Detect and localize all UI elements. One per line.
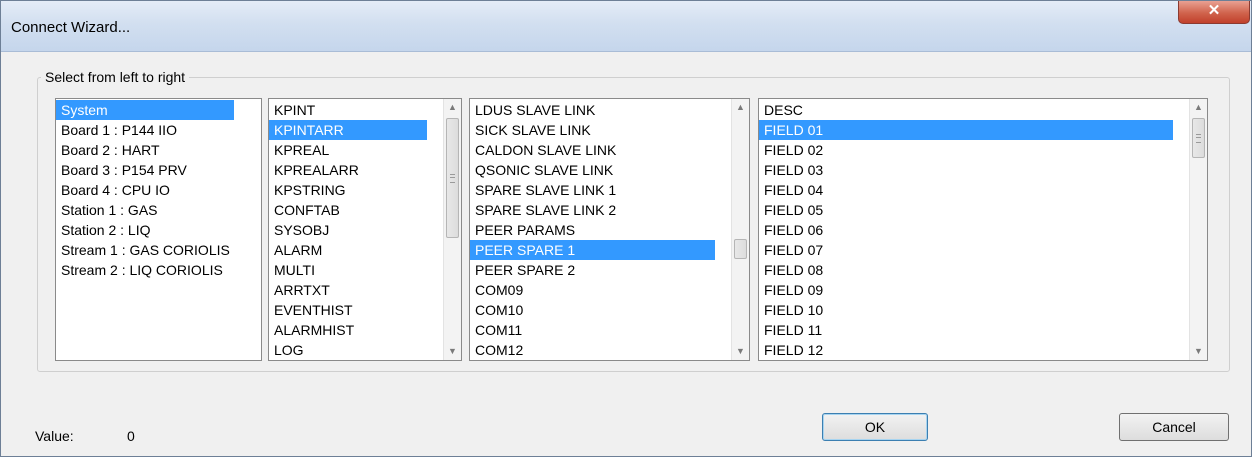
list-item[interactable]: SICK SLAVE LINK bbox=[470, 120, 591, 140]
list-item[interactable]: PEER SPARE 2 bbox=[470, 260, 575, 280]
list-item[interactable]: FIELD 09 bbox=[759, 280, 823, 300]
list-item[interactable]: LOG bbox=[269, 340, 304, 360]
list-item[interactable]: FIELD 10 bbox=[759, 300, 823, 320]
list-item[interactable]: FIELD 12 bbox=[759, 340, 823, 360]
scroll-up-arrow[interactable]: ▲ bbox=[444, 99, 461, 116]
list-item[interactable]: Stream 2 : LIQ CORIOLIS bbox=[56, 260, 223, 280]
list-item[interactable]: Board 2 : HART bbox=[56, 140, 160, 160]
list-item[interactable]: Board 4 : CPU IO bbox=[56, 180, 170, 200]
list-item[interactable]: System bbox=[56, 100, 234, 120]
list-item[interactable]: DESC bbox=[759, 100, 803, 120]
title-bar[interactable]: Connect Wizard... ✕ bbox=[1, 1, 1251, 52]
list-item[interactable]: FIELD 03 bbox=[759, 160, 823, 180]
list-item[interactable]: FIELD 08 bbox=[759, 260, 823, 280]
scroll-grip-icon bbox=[450, 174, 455, 183]
scroll-down-arrow[interactable]: ▼ bbox=[444, 343, 461, 360]
list-item[interactable]: FIELD 06 bbox=[759, 220, 823, 240]
list-item[interactable]: FIELD 02 bbox=[759, 140, 823, 160]
list-item[interactable]: CALDON SLAVE LINK bbox=[470, 140, 616, 160]
list-item[interactable]: FIELD 07 bbox=[759, 240, 823, 260]
list-item[interactable]: SPARE SLAVE LINK 1 bbox=[470, 180, 616, 200]
list-item[interactable]: FIELD 04 bbox=[759, 180, 823, 200]
scroll-grip-icon bbox=[1196, 134, 1201, 143]
window-title: Connect Wizard... bbox=[11, 19, 131, 36]
list-item[interactable]: CONFTAB bbox=[269, 200, 340, 220]
list-item[interactable]: Station 2 : LIQ bbox=[56, 220, 151, 240]
list-item[interactable]: SYSOBJ bbox=[269, 220, 329, 240]
list-item[interactable]: COM11 bbox=[470, 320, 522, 340]
close-button[interactable]: ✕ bbox=[1178, 1, 1250, 24]
list-item[interactable]: QSONIC SLAVE LINK bbox=[470, 160, 613, 180]
type-list[interactable]: KPINT KPINTARR KPREAL KPREALARR KPSTRING… bbox=[268, 98, 462, 361]
field-list[interactable]: DESC FIELD 01 FIELD 02 FIELD 03 FIELD 04… bbox=[758, 98, 1208, 361]
list-item[interactable]: KPSTRING bbox=[269, 180, 346, 200]
list-item[interactable]: KPINT bbox=[269, 100, 315, 120]
list-item[interactable]: FIELD 01 bbox=[759, 120, 1173, 140]
instance-list[interactable]: LDUS SLAVE LINK SICK SLAVE LINK CALDON S… bbox=[469, 98, 750, 361]
list-item[interactable]: COM10 bbox=[470, 300, 523, 320]
list-item[interactable]: ARRTXT bbox=[269, 280, 330, 300]
list-item[interactable]: PEER SPARE 1 bbox=[470, 240, 715, 260]
scroll-down-arrow[interactable]: ▼ bbox=[732, 343, 749, 360]
scroll-thumb[interactable] bbox=[734, 239, 747, 259]
instance-list-scrollbar[interactable]: ▲ ▼ bbox=[731, 99, 749, 360]
value-readout: 0 bbox=[127, 428, 135, 444]
list-item[interactable]: KPINTARR bbox=[269, 120, 427, 140]
field-list-scrollbar[interactable]: ▲ ▼ bbox=[1189, 99, 1207, 360]
list-item[interactable]: FIELD 11 bbox=[759, 320, 822, 340]
list-item[interactable]: Board 3 : P154 PRV bbox=[56, 160, 187, 180]
close-icon: ✕ bbox=[1207, 2, 1221, 19]
list-item[interactable]: PEER PARAMS bbox=[470, 220, 575, 240]
ok-button[interactable]: OK bbox=[822, 413, 928, 441]
list-item[interactable]: COM09 bbox=[470, 280, 523, 300]
scroll-down-arrow[interactable]: ▼ bbox=[1190, 343, 1207, 360]
type-list-scrollbar[interactable]: ▲ ▼ bbox=[443, 99, 461, 360]
list-item[interactable]: MULTI bbox=[269, 260, 315, 280]
list-item[interactable]: KPREALARR bbox=[269, 160, 359, 180]
scroll-thumb[interactable] bbox=[446, 118, 459, 238]
list-item[interactable]: Station 1 : GAS bbox=[56, 200, 158, 220]
list-item[interactable]: EVENTHIST bbox=[269, 300, 353, 320]
scroll-up-arrow[interactable]: ▲ bbox=[1190, 99, 1207, 116]
list-item[interactable]: FIELD 05 bbox=[759, 200, 823, 220]
object-list[interactable]: System Board 1 : P144 IIO Board 2 : HART… bbox=[55, 98, 262, 361]
list-item[interactable]: KPREAL bbox=[269, 140, 329, 160]
scroll-thumb[interactable] bbox=[1192, 118, 1205, 158]
cancel-button[interactable]: Cancel bbox=[1119, 413, 1229, 441]
list-item[interactable]: COM12 bbox=[470, 340, 523, 360]
list-item[interactable]: LDUS SLAVE LINK bbox=[470, 100, 595, 120]
scroll-up-arrow[interactable]: ▲ bbox=[732, 99, 749, 116]
list-item[interactable]: ALARM bbox=[269, 240, 322, 260]
list-item[interactable]: ALARMHIST bbox=[269, 320, 354, 340]
value-label: Value: bbox=[35, 428, 74, 444]
group-label: Select from left to right bbox=[41, 69, 190, 85]
list-item[interactable]: SPARE SLAVE LINK 2 bbox=[470, 200, 616, 220]
list-item[interactable]: Board 1 : P144 IIO bbox=[56, 120, 177, 140]
dialog-body: Select from left to right System Board 1… bbox=[10, 52, 1242, 447]
list-item[interactable]: Stream 1 : GAS CORIOLIS bbox=[56, 240, 230, 260]
connect-wizard-dialog: Connect Wizard... ✕ Select from left to … bbox=[0, 0, 1252, 457]
